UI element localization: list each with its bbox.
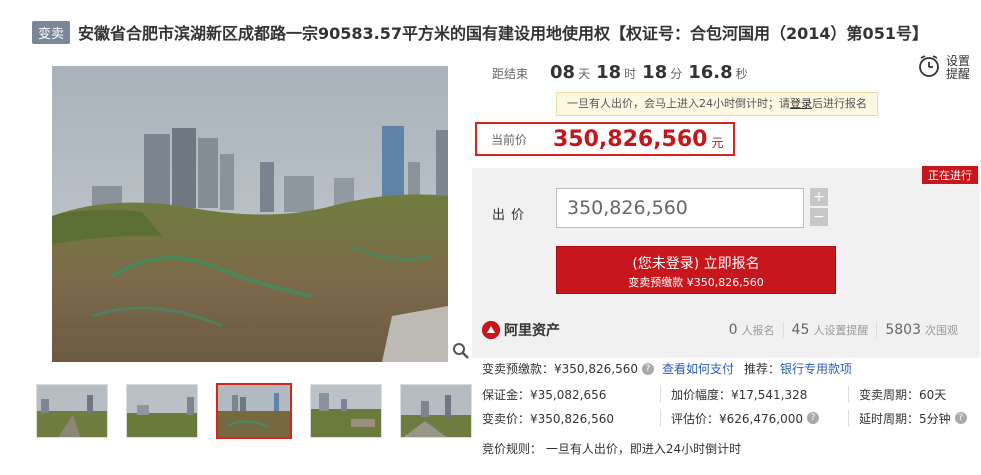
- register-button-label: (您未登录) 立即报名: [632, 256, 760, 272]
- alarm-clock-icon: [918, 54, 940, 81]
- stat-number: 0: [728, 322, 738, 338]
- thumbnail[interactable]: [36, 384, 108, 438]
- stat-registered: 0 人报名: [721, 322, 784, 338]
- current-price: 350,826,560: [553, 126, 708, 152]
- thumbnail-strip: [36, 383, 490, 439]
- help-icon[interactable]: ?: [641, 362, 654, 375]
- bid-amount-input[interactable]: 350,826,560: [556, 188, 804, 228]
- stat-number: 5803: [885, 322, 921, 338]
- thumbnail[interactable]: [126, 384, 198, 438]
- stat-label: 次围观: [925, 324, 958, 337]
- stat-label: 人设置提醒: [813, 324, 869, 337]
- thumbnail[interactable]: [310, 384, 382, 438]
- register-button-sublabel: 变卖预缴款 ¥350,826,560: [628, 276, 764, 289]
- brand-logo-icon: [482, 321, 500, 339]
- thumbnail-selected[interactable]: [216, 383, 292, 439]
- detail-valuation: 评估价：¥626,476,000 ?: [660, 409, 848, 427]
- brand-name: 阿里资产: [504, 323, 560, 339]
- countdown-hours-unit: 时: [624, 67, 637, 81]
- auction-details: 保证金：¥35,082,656 加价幅度：¥17,541,328 变卖周期：60…: [472, 382, 980, 430]
- register-button[interactable]: (您未登录) 立即报名 变卖预缴款 ¥350,826,560: [556, 246, 836, 294]
- how-to-pay-link[interactable]: 查看如何支付: [662, 360, 734, 377]
- stat-number: 45: [791, 322, 810, 338]
- details-row: 变卖价：¥350,826,560 评估价：¥626,476,000 ? 延时周期…: [472, 406, 980, 430]
- countdown-minutes: 18: [642, 62, 668, 83]
- deposit-row: 变卖预缴款：¥350,826,560 ? 查看如何支付 推荐： 银行专用款项: [482, 360, 981, 377]
- set-reminder-button[interactable]: 设置提醒: [918, 54, 972, 81]
- detail-delay: 延时周期：5分钟 ?: [848, 409, 975, 427]
- countdown-days: 08: [550, 62, 576, 83]
- countdown-hours: 18: [596, 62, 622, 83]
- stats-bar: 阿里资产 0 人报名 45 人设置提醒 5803 次围观: [472, 312, 980, 348]
- detail-increment: 加价幅度：¥17,541,328: [660, 385, 848, 403]
- recommend-label: 推荐：: [744, 362, 781, 376]
- countdown-label: 距结束: [492, 67, 529, 81]
- login-link[interactable]: 登录: [790, 97, 812, 110]
- notice-text-before: 一旦有人出价，会马上进入24小时倒计时；请: [567, 97, 790, 110]
- bidding-rule: 竞价规则： 一旦有人出价，即进入24小时倒计时: [482, 442, 742, 456]
- status-badge: 正在进行: [922, 166, 978, 184]
- status-tag: 变卖: [32, 20, 71, 44]
- countdown: 距结束 08 天 18 时 18 分 16.8 秒: [492, 62, 754, 83]
- page-title: 安徽省合肥市滨湖新区成都路一宗90583.57平方米的国有建设用地使用权【权证号…: [78, 24, 928, 43]
- title-row: 变卖 安徽省合肥市滨湖新区成都路一宗90583.57平方米的国有建设用地使用权【…: [32, 20, 971, 44]
- bid-notice: 一旦有人出价，会马上进入24小时倒计时；请登录后进行报名: [556, 92, 878, 116]
- bank-payment-link[interactable]: 银行专用款项: [780, 360, 852, 377]
- price-unit: 元: [711, 135, 724, 150]
- countdown-seconds-unit: 秒: [735, 67, 748, 81]
- detail-valuation-text: 评估价：¥626,476,000: [671, 411, 803, 426]
- stat-views: 5803 次围观: [877, 322, 966, 338]
- detail-period: 变卖周期：60天: [848, 385, 946, 403]
- main-photo[interactable]: [52, 66, 448, 362]
- detail-sale-price: 变卖价：¥350,826,560: [482, 411, 614, 426]
- current-price-box: 当前价 350,826,560 元: [475, 122, 735, 156]
- zoom-icon[interactable]: [452, 342, 470, 360]
- bid-label: 出价: [492, 208, 531, 223]
- detail-deposit: 保证金：¥35,082,656: [482, 387, 607, 402]
- decrease-bid-button[interactable]: −: [810, 208, 828, 226]
- countdown-days-unit: 天: [578, 67, 591, 81]
- deposit-label: 变卖预缴款：¥350,826,560: [482, 362, 638, 376]
- countdown-minutes-unit: 分: [670, 67, 683, 81]
- bid-stepper: + −: [810, 188, 828, 228]
- help-icon[interactable]: ?: [954, 412, 967, 424]
- countdown-seconds: 16.8: [688, 62, 733, 83]
- thumbnail[interactable]: [400, 384, 472, 438]
- brand[interactable]: 阿里资产: [482, 320, 560, 340]
- increase-bid-button[interactable]: +: [810, 188, 828, 206]
- stat-reminders: 45 人设置提醒: [784, 322, 878, 338]
- details-row: 保证金：¥35,082,656 加价幅度：¥17,541,328 变卖周期：60…: [472, 382, 980, 406]
- price-label: 当前价: [491, 132, 528, 147]
- notice-text-after: 后进行报名: [812, 97, 867, 110]
- detail-delay-text: 延时周期：5分钟: [859, 411, 951, 426]
- stat-group: 0 人报名 45 人设置提醒 5803 次围观: [721, 322, 966, 338]
- reminder-label: 设置提醒: [945, 53, 970, 81]
- help-icon[interactable]: ?: [806, 412, 819, 424]
- stat-label: 人报名: [741, 324, 775, 337]
